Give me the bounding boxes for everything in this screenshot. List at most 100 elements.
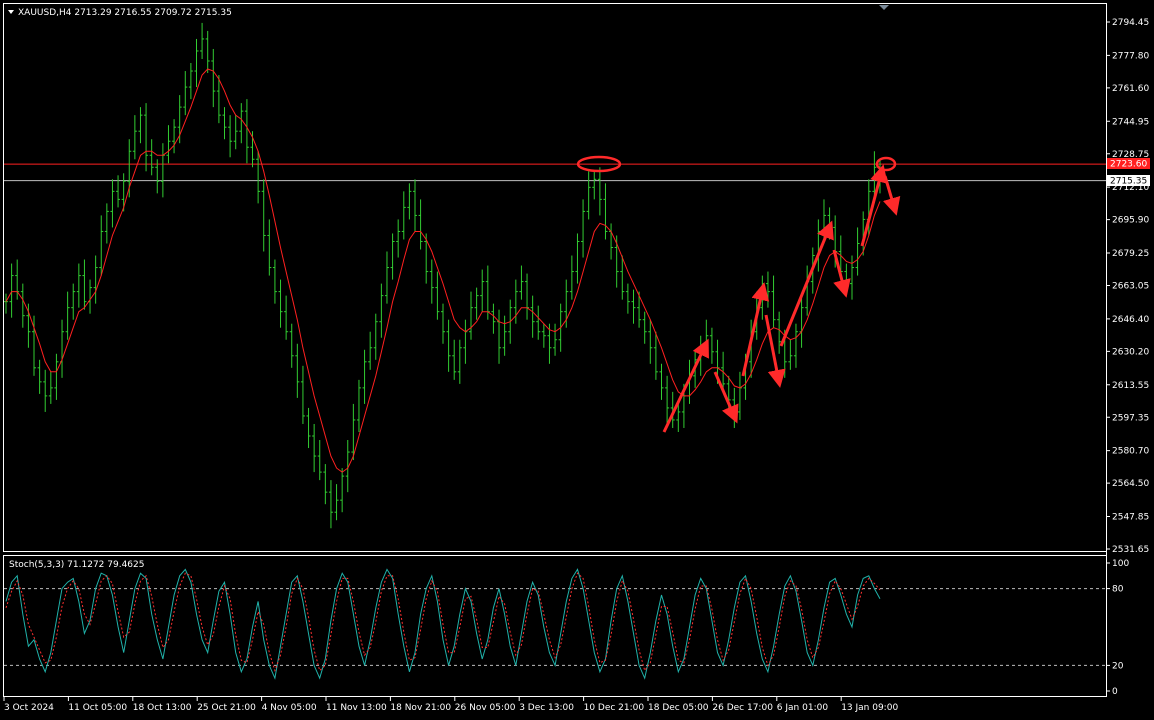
time-tick-label: 13 Jan 09:00 xyxy=(841,703,898,713)
horizontal-levels xyxy=(4,163,1106,182)
price-bar xyxy=(642,311,647,344)
price-bar xyxy=(110,179,115,228)
price-bar xyxy=(149,139,154,176)
price-bar xyxy=(799,295,804,348)
price-bar xyxy=(469,291,474,340)
time-tick-label: 18 Dec 05:00 xyxy=(648,703,709,713)
price-bar xyxy=(502,315,507,356)
price-tick-label: 2679.25 xyxy=(1112,249,1149,259)
price-bar xyxy=(709,327,714,364)
price-bar xyxy=(334,484,339,521)
price-bar xyxy=(491,303,496,334)
price-bar xyxy=(160,143,165,198)
price-bar xyxy=(244,99,249,164)
price-bar xyxy=(166,125,171,164)
price-bar xyxy=(497,309,502,364)
price-bar xyxy=(272,259,277,304)
price-bar xyxy=(284,295,289,340)
price-bar xyxy=(569,255,574,300)
price-bar xyxy=(855,227,860,276)
price-bar xyxy=(659,363,664,400)
price-bar xyxy=(362,349,367,404)
price-bar xyxy=(76,263,81,308)
price-bar xyxy=(771,275,776,328)
price-bar xyxy=(256,151,261,204)
price-bar xyxy=(777,311,782,354)
price-tick-label: 2695.90 xyxy=(1112,216,1149,226)
price-bar xyxy=(463,319,468,364)
price-bar xyxy=(312,423,317,473)
current-price-label: 2715.35 xyxy=(1110,177,1147,187)
price-bar xyxy=(581,199,586,258)
price-bar xyxy=(637,291,642,328)
price-bar xyxy=(138,107,143,144)
price-tick-label: 2663.05 xyxy=(1112,282,1149,292)
price-bar xyxy=(205,30,210,74)
price-bar xyxy=(99,215,104,276)
price-bar xyxy=(239,103,244,144)
price-tick-label: 2761.60 xyxy=(1112,84,1149,94)
price-bar xyxy=(653,331,658,380)
price-bar xyxy=(295,343,300,398)
price-bar xyxy=(104,203,109,244)
time-tick-label: 26 Dec 17:00 xyxy=(712,703,773,713)
stoch-levels xyxy=(4,588,1106,666)
price-bar xyxy=(665,375,670,424)
collapse-triangle-icon[interactable] xyxy=(8,10,14,14)
price-bar xyxy=(43,369,48,412)
price-bar xyxy=(317,440,322,481)
price-bar xyxy=(132,115,137,160)
stoch-legend: Stoch(5,3,3) 71.1272 79.4625 xyxy=(9,560,144,570)
price-bar xyxy=(65,291,70,340)
trend-annotations xyxy=(576,155,901,433)
price-bar xyxy=(597,167,602,216)
price-bar xyxy=(609,223,614,260)
price-bar xyxy=(536,305,541,340)
price-bar xyxy=(429,259,434,304)
price-bar xyxy=(93,255,98,304)
price-bar xyxy=(452,339,457,380)
price-bar xyxy=(261,179,266,252)
shift-marker-icon[interactable] xyxy=(879,5,889,10)
trend-arrow xyxy=(662,338,709,433)
price-bar xyxy=(368,331,373,370)
price-bar xyxy=(631,289,636,324)
price-bar xyxy=(233,115,238,150)
price-bar xyxy=(418,199,423,250)
price-bar xyxy=(474,287,479,320)
price-bar xyxy=(9,263,14,318)
price-bar xyxy=(441,303,445,344)
price-bar xyxy=(390,233,395,280)
time-tick-label: 10 Dec 21:00 xyxy=(584,703,645,713)
price-bar xyxy=(306,407,311,449)
price-bar xyxy=(373,313,378,360)
time-tick-label: 4 Nov 05:00 xyxy=(262,703,317,713)
price-tick-label: 2777.80 xyxy=(1112,51,1149,61)
price-bar xyxy=(805,265,810,316)
price-bar xyxy=(446,319,451,372)
price-bar xyxy=(379,283,384,338)
main-panel-frame xyxy=(3,3,1107,552)
price-tick-label: 2794.45 xyxy=(1112,18,1149,28)
price-bars xyxy=(4,22,882,529)
price-tick-label: 2646.40 xyxy=(1112,315,1149,325)
trend-arrow xyxy=(713,371,739,424)
stoch-signal-line xyxy=(5,572,881,673)
price-bar xyxy=(340,468,345,513)
price-bar xyxy=(816,219,821,272)
price-bar xyxy=(26,303,31,348)
price-bar xyxy=(211,48,216,108)
price-bar xyxy=(737,371,742,420)
moving-average-line xyxy=(5,68,881,473)
price-tick-label: 2531.65 xyxy=(1112,545,1149,555)
price-bar xyxy=(289,323,294,368)
price-bar xyxy=(575,233,580,284)
time-tick-label: 3 Oct 2024 xyxy=(4,703,54,713)
price-bar xyxy=(793,323,798,368)
trend-arrow xyxy=(764,314,786,388)
chart-root: XAUUSD,H4 2713.29 2716.55 2709.72 2715.3… xyxy=(3,3,1150,713)
price-bar xyxy=(525,273,530,320)
price-tick-label: 2613.55 xyxy=(1112,381,1149,391)
price-bar xyxy=(278,279,283,328)
price-bar xyxy=(356,379,361,432)
